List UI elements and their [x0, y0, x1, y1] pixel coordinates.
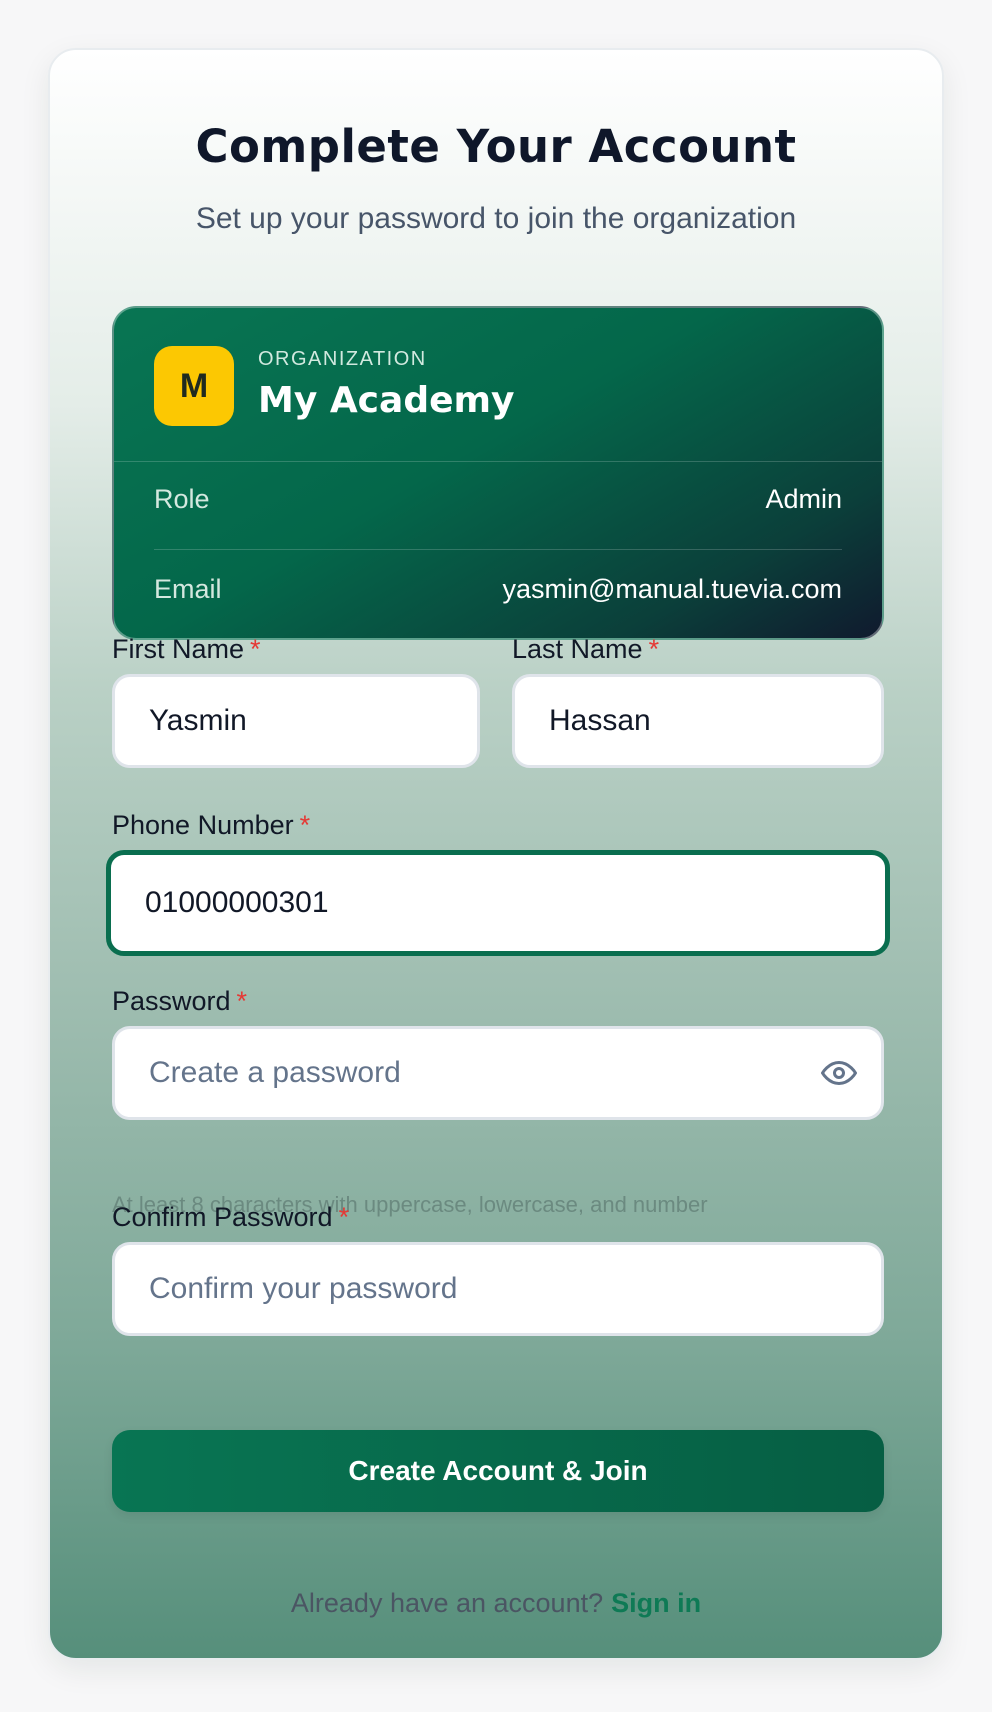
password-placeholder: Create a password [149, 1056, 401, 1089]
required-marker: * [648, 634, 660, 664]
role-row: Role Admin [154, 484, 842, 515]
required-marker: * [236, 986, 248, 1016]
signup-card: Complete Your Account Set up your passwo… [48, 48, 944, 1660]
organization-card: M ORGANIZATION My Academy Role Admin Ema… [112, 306, 884, 640]
confirm-password-input[interactable]: Confirm your password [112, 1242, 884, 1336]
first-name-input[interactable]: Yasmin [112, 674, 480, 768]
organization-divider [114, 461, 882, 462]
role-label: Role [154, 484, 210, 514]
organization-logo: M [154, 346, 234, 426]
confirm-password-label: Confirm Password * [112, 1202, 349, 1233]
email-label: Email [154, 574, 222, 604]
email-value: yasmin@manual.tuevia.com [502, 574, 842, 604]
eye-icon[interactable] [819, 1053, 859, 1093]
first-name-value: Yasmin [149, 704, 247, 737]
page-subtitle: Set up your password to join the organiz… [195, 202, 797, 235]
phone-value: 01000000301 [145, 886, 329, 919]
page-title: Complete Your Account [195, 120, 797, 173]
organization-name: My Academy [258, 380, 515, 421]
phone-label-text: Phone Number [112, 810, 294, 840]
sign-in-prompt: Already have an account? Sign in [50, 1588, 942, 1619]
email-row: Email yasmin@manual.tuevia.com [154, 574, 842, 605]
sign-in-prompt-text: Already have an account? [290, 1588, 604, 1618]
password-input[interactable]: Create a password [112, 1026, 884, 1120]
last-name-label: Last Name * [512, 634, 659, 665]
phone-input[interactable]: 01000000301 [106, 850, 890, 956]
phone-label: Phone Number * [112, 810, 310, 841]
organization-label: ORGANIZATION [258, 348, 427, 370]
first-name-label-text: First Name [112, 634, 245, 664]
create-account-button[interactable]: Create Account & Join [112, 1430, 884, 1512]
required-marker: * [299, 810, 311, 840]
sign-in-link[interactable]: Sign in [611, 1588, 701, 1618]
required-marker: * [250, 634, 261, 664]
last-name-value: Hassan [549, 704, 651, 737]
last-name-label-text: Last Name [512, 634, 643, 664]
row-divider [154, 549, 842, 550]
first-name-label: First Name * [112, 634, 261, 665]
last-name-input[interactable]: Hassan [512, 674, 884, 768]
password-label-text: Password [112, 986, 231, 1016]
confirm-password-label-text: Confirm Password [112, 1202, 333, 1232]
password-label: Password * [112, 986, 247, 1017]
role-value: Admin [765, 484, 842, 514]
required-marker: * [338, 1202, 350, 1232]
confirm-password-placeholder: Confirm your password [149, 1272, 458, 1305]
